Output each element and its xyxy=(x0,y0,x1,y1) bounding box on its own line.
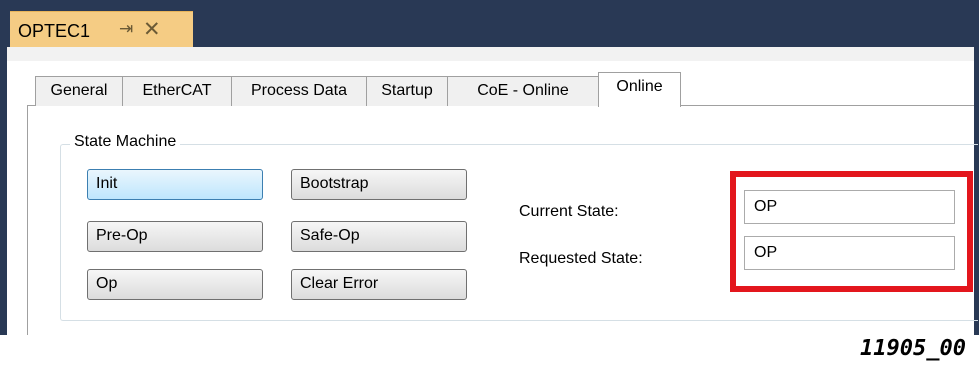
document-tab-optec1[interactable]: OPTEC1 ⇥ ✕ xyxy=(10,11,193,47)
init-button[interactable]: Init xyxy=(87,169,263,200)
requested-state-label: Requested State: xyxy=(519,250,643,267)
tab-startup[interactable]: Startup xyxy=(366,76,448,106)
state-machine-title: State Machine xyxy=(70,133,181,151)
highlight-box xyxy=(730,171,973,292)
op-button[interactable]: Op xyxy=(87,269,263,300)
close-icon[interactable]: ✕ xyxy=(143,17,161,42)
safe-op-button[interactable]: Safe-Op xyxy=(291,221,467,252)
current-state-label: Current State: xyxy=(519,203,619,220)
tab-online[interactable]: Online xyxy=(598,72,681,107)
frame-border-left xyxy=(0,47,7,335)
tab-coe-online[interactable]: CoE - Online xyxy=(447,76,599,106)
clear-error-button[interactable]: Clear Error xyxy=(291,269,467,300)
document-tab-title: OPTEC1 xyxy=(18,21,91,41)
pin-icon[interactable]: ⇥ xyxy=(119,19,133,39)
tab-general[interactable]: General xyxy=(35,76,123,106)
frame-header-strip xyxy=(7,47,974,61)
pre-op-button[interactable]: Pre-Op xyxy=(87,221,263,252)
tab-ethercat[interactable]: EtherCAT xyxy=(122,76,232,106)
tab-process-data[interactable]: Process Data xyxy=(231,76,367,106)
bootstrap-button[interactable]: Bootstrap xyxy=(291,169,467,200)
figure-id: 11905_00 xyxy=(860,336,966,361)
